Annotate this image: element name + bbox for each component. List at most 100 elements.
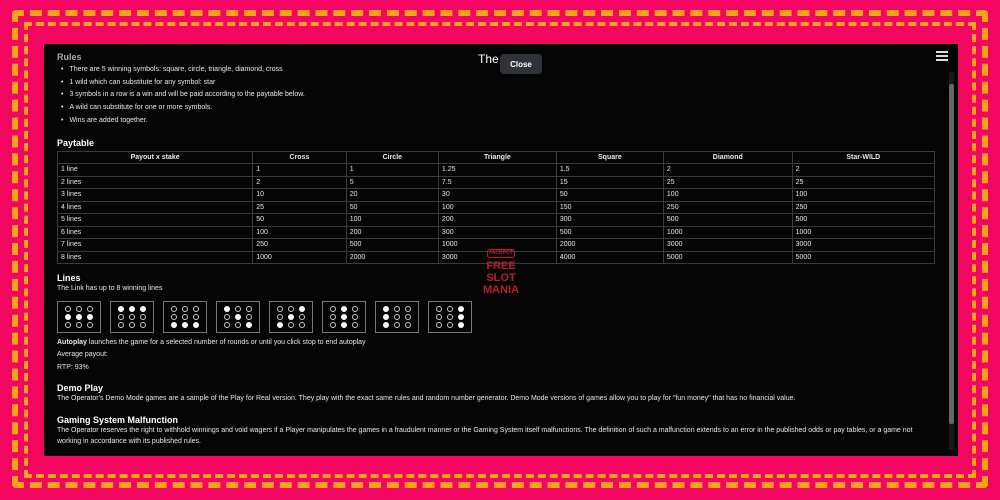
empty-dot-icon: [446, 306, 453, 313]
empty-dot-icon: [436, 306, 443, 313]
paytable-column-header: Circle: [345, 150, 439, 164]
table-cell: 500: [555, 225, 664, 239]
empty-dot-icon: [351, 306, 358, 313]
table-cell: 8 lines: [56, 250, 254, 264]
empty-dot-icon: [139, 314, 146, 321]
empty-dot-icon: [181, 314, 188, 321]
malfunction-heading: Gaming System Malfunction: [57, 415, 179, 426]
empty-dot-icon: [224, 322, 231, 329]
filled-dot-icon: [287, 314, 294, 321]
empty-dot-icon: [330, 314, 337, 321]
lines-patterns: [57, 301, 937, 334]
empty-dot-icon: [65, 306, 72, 313]
rule-item: 1 wild which can substitute for any symb…: [57, 77, 937, 90]
paytable-column-header: Star-WILD: [791, 150, 936, 164]
line-pattern: [216, 301, 260, 334]
table-row: 6 lines 100 200 300 500 1000 1000: [56, 225, 936, 239]
table-cell: 50: [345, 200, 439, 214]
empty-dot-icon: [171, 306, 178, 313]
table-cell: 3000: [662, 238, 793, 252]
empty-dot-icon: [287, 306, 294, 313]
filled-dot-icon: [128, 306, 135, 313]
filled-dot-icon: [234, 314, 241, 321]
table-cell: 7 lines: [56, 238, 254, 252]
filled-dot-icon: [298, 306, 305, 313]
empty-dot-icon: [404, 314, 411, 321]
empty-dot-icon: [234, 322, 241, 329]
table-cell: 2000: [345, 250, 439, 264]
filled-dot-icon: [383, 322, 390, 329]
filled-dot-icon: [139, 306, 146, 313]
empty-dot-icon: [404, 322, 411, 329]
table-cell: 30: [437, 188, 557, 202]
empty-dot-icon: [86, 306, 93, 313]
empty-dot-icon: [245, 314, 252, 321]
empty-dot-icon: [446, 322, 453, 329]
table-cell: 250: [791, 200, 936, 214]
paytable: Payout x stake Cross Circle Triangle Square D…: [56, 150, 936, 265]
table-cell: 3 lines: [56, 188, 254, 202]
table-cell: 4 lines: [56, 200, 254, 214]
table-cell: 1000: [662, 225, 793, 239]
empty-dot-icon: [139, 322, 146, 329]
empty-dot-icon: [75, 322, 82, 329]
empty-dot-icon: [351, 314, 358, 321]
filled-dot-icon: [457, 314, 464, 321]
line-pattern: [57, 301, 101, 334]
table-cell: 2: [252, 175, 347, 189]
table-cell: 1000: [791, 225, 936, 239]
filled-dot-icon: [457, 306, 464, 313]
table-cell: 2: [662, 163, 793, 177]
filled-dot-icon: [86, 314, 93, 321]
autoplay-text: Autoplay launches the game for a selecte…: [57, 337, 937, 348]
table-row: 1 line 1 1 1.25 1.5 2 2: [56, 163, 936, 177]
autoplay-label: Autoplay: [57, 339, 87, 347]
table-cell: 5000: [662, 250, 793, 264]
paytable-heading: Paytable: [57, 137, 95, 148]
watermark-line: SLOT: [486, 272, 516, 284]
table-cell: 100: [252, 225, 347, 239]
filled-dot-icon: [181, 322, 188, 329]
table-cell: 1.5: [555, 163, 664, 177]
empty-dot-icon: [446, 314, 453, 321]
table-cell: 250: [662, 200, 793, 214]
table-cell: 7.5: [437, 175, 557, 189]
table-cell: 6 lines: [56, 225, 254, 239]
table-cell: 5: [345, 175, 439, 189]
empty-dot-icon: [128, 314, 135, 321]
scrollbar-thumb[interactable]: [949, 84, 954, 424]
table-cell: 100: [345, 213, 439, 227]
filled-dot-icon: [340, 314, 347, 321]
empty-dot-icon: [287, 322, 294, 329]
demo-play-heading: Demo Play: [57, 383, 104, 394]
line-pattern: [428, 301, 472, 334]
table-cell: 1 line: [56, 163, 254, 177]
paytable-column-header: Payout x stake: [56, 150, 254, 164]
table-cell: 50: [252, 213, 347, 227]
filled-dot-icon: [118, 306, 125, 313]
table-cell: 10: [252, 188, 347, 202]
autoplay-description: launches the game for a selected number …: [86, 339, 366, 347]
table-row: 5 lines 50 100 200 300 500 500: [56, 213, 936, 227]
empty-dot-icon: [192, 314, 199, 321]
hamburger-menu-icon[interactable]: [936, 51, 948, 61]
empty-dot-icon: [245, 306, 252, 313]
table-cell: 2 lines: [56, 175, 254, 189]
table-cell: 500: [791, 213, 936, 227]
empty-dot-icon: [118, 314, 125, 321]
filled-dot-icon: [192, 322, 199, 329]
table-cell: 500: [662, 213, 793, 227]
table-row: 4 lines 25 50 100 150 250 250: [56, 200, 936, 214]
table-row: 3 lines 10 20 30 50 100 100: [56, 188, 936, 202]
table-cell: 150: [555, 200, 664, 214]
rule-item: 3 symbols in a row is a win and will be …: [57, 89, 937, 102]
line-pattern: [322, 301, 366, 334]
empty-dot-icon: [86, 322, 93, 329]
empty-dot-icon: [181, 306, 188, 313]
filled-dot-icon: [340, 322, 347, 329]
filled-dot-icon: [277, 322, 284, 329]
table-cell: 50: [555, 188, 664, 202]
filled-dot-icon: [340, 306, 347, 313]
filled-dot-icon: [224, 306, 231, 313]
empty-dot-icon: [393, 322, 400, 329]
